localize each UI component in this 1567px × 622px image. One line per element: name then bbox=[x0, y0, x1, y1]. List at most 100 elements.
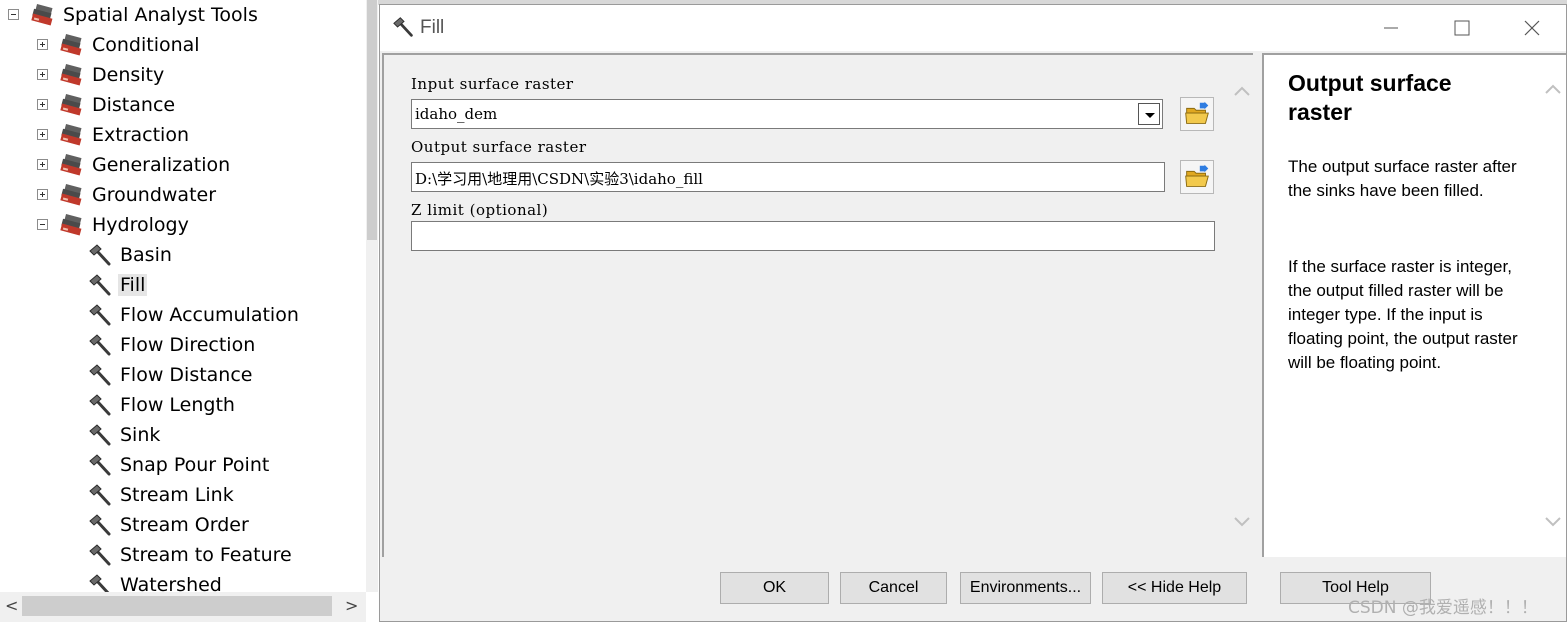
browse-folder-icon[interactable] bbox=[1180, 160, 1214, 194]
tree-toolset-density[interactable]: Density bbox=[37, 60, 166, 90]
hammer-icon bbox=[88, 363, 114, 387]
close-button[interactable] bbox=[1496, 5, 1566, 51]
maximize-button[interactable] bbox=[1426, 5, 1496, 51]
z-limit-input[interactable] bbox=[411, 221, 1215, 251]
toolset-icon bbox=[59, 154, 85, 176]
collapse-icon[interactable] bbox=[8, 9, 19, 20]
toolset-label: Groundwater bbox=[92, 184, 217, 206]
toolset-label: Hydrology bbox=[92, 214, 189, 236]
tree-tool-basin[interactable]: Basin bbox=[88, 240, 174, 270]
output-surface-raster-value: D:\学习用\地理用\CSDN\实验3\idaho_fill bbox=[415, 170, 703, 188]
minimize-icon bbox=[1384, 27, 1398, 29]
tool-label: Basin bbox=[120, 244, 172, 266]
toolset-icon bbox=[59, 94, 85, 116]
tree-toolset-extraction[interactable]: Extraction bbox=[37, 120, 191, 150]
maximize-icon bbox=[1454, 20, 1470, 36]
tree-toolset-groundwater[interactable]: Groundwater bbox=[37, 180, 218, 210]
tree-toolset-generalization[interactable]: Generalization bbox=[37, 150, 232, 180]
output-surface-raster-field[interactable]: D:\学习用\地理用\CSDN\实验3\idaho_fill bbox=[411, 162, 1165, 192]
browse-folder-icon[interactable] bbox=[1180, 97, 1214, 131]
hammer-icon bbox=[88, 273, 114, 297]
hammer-icon bbox=[88, 483, 114, 507]
tree-tool-stream-order[interactable]: Stream Order bbox=[88, 510, 251, 540]
environments-button[interactable]: Environments... bbox=[960, 572, 1091, 604]
scroll-down-chevron-icon bbox=[1545, 517, 1561, 527]
toolbox-icon bbox=[30, 4, 56, 26]
expand-icon[interactable] bbox=[37, 99, 48, 110]
parameters-panel: Input surface raster idaho_dem Output su… bbox=[382, 53, 1253, 557]
tree-tool-fill[interactable]: Fill bbox=[88, 270, 148, 300]
tree-root-label: Spatial Analyst Tools bbox=[63, 4, 258, 26]
tool-label: Sink bbox=[120, 424, 161, 446]
toolset-label: Distance bbox=[92, 94, 176, 116]
tool-label: Watershed bbox=[120, 574, 222, 592]
dialog-titlebar[interactable]: Fill bbox=[380, 5, 1566, 51]
input-surface-raster-value: idaho_dem bbox=[415, 105, 498, 123]
tree-vertical-scrollbar[interactable] bbox=[366, 0, 378, 592]
help-panel: Output surface raster The output surface… bbox=[1262, 53, 1566, 557]
expand-icon[interactable] bbox=[37, 69, 48, 80]
help-paragraph-2: If the surface raster is integer, the ou… bbox=[1288, 257, 1518, 372]
toolset-icon bbox=[59, 214, 85, 236]
scroll-up-chevron-icon bbox=[1234, 86, 1250, 96]
catalog-tree: Spatial Analyst Tools Conditional Densit… bbox=[0, 0, 366, 592]
scroll-thumb[interactable] bbox=[22, 596, 332, 616]
ok-button[interactable]: OK bbox=[720, 572, 829, 604]
help-scrollbar[interactable] bbox=[1540, 55, 1566, 557]
fill-tool-dialog: Fill Input surface raster idaho_dem Outp… bbox=[379, 4, 1567, 622]
tree-tool-flow-distance[interactable]: Flow Distance bbox=[88, 360, 255, 390]
scroll-down-chevron-icon bbox=[1234, 517, 1250, 527]
hammer-icon bbox=[88, 543, 114, 567]
hide-help-button[interactable]: << Hide Help bbox=[1102, 572, 1247, 604]
scroll-thumb[interactable] bbox=[367, 0, 377, 240]
tree-toolset-hydrology[interactable]: Hydrology bbox=[37, 210, 191, 240]
tree-tool-stream-link[interactable]: Stream Link bbox=[88, 480, 236, 510]
tree-root-row[interactable]: Spatial Analyst Tools bbox=[8, 0, 260, 30]
expand-icon[interactable] bbox=[37, 159, 48, 170]
tree-tool-flow-accumulation[interactable]: Flow Accumulation bbox=[88, 300, 301, 330]
toolset-icon bbox=[59, 64, 85, 86]
hammer-icon bbox=[88, 573, 114, 592]
scroll-left-arrow-icon[interactable]: < bbox=[5, 596, 18, 615]
hammer-icon bbox=[88, 333, 114, 357]
toolset-label: Generalization bbox=[92, 154, 231, 176]
tree-tool-sink[interactable]: Sink bbox=[88, 420, 162, 450]
tree-tool-flow-length[interactable]: Flow Length bbox=[88, 390, 237, 420]
tree-tool-stream-to-feature[interactable]: Stream to Feature bbox=[88, 540, 294, 570]
tool-label: Flow Accumulation bbox=[120, 304, 299, 326]
toolset-label: Extraction bbox=[92, 124, 189, 146]
collapse-icon[interactable] bbox=[37, 219, 48, 230]
minimize-button[interactable] bbox=[1356, 5, 1426, 51]
tree-tool-snap-pour-point[interactable]: Snap Pour Point bbox=[88, 450, 271, 480]
tool-label: Flow Distance bbox=[120, 364, 253, 386]
tree-toolset-conditional[interactable]: Conditional bbox=[37, 30, 202, 60]
expand-icon[interactable] bbox=[37, 39, 48, 50]
toolset-icon bbox=[59, 34, 85, 56]
hammer-icon bbox=[88, 393, 114, 417]
cancel-button[interactable]: Cancel bbox=[840, 572, 947, 604]
close-icon bbox=[1524, 20, 1540, 36]
scroll-right-arrow-icon[interactable]: > bbox=[345, 596, 358, 615]
tool-label: Stream Order bbox=[120, 514, 249, 536]
tool-label: Fill bbox=[118, 274, 148, 296]
tool-label: Snap Pour Point bbox=[120, 454, 270, 476]
hammer-icon bbox=[392, 15, 416, 39]
dropdown-arrow-icon[interactable] bbox=[1138, 103, 1160, 125]
scroll-chevrons bbox=[1234, 86, 1250, 527]
z-limit-label: Z limit (optional) bbox=[411, 201, 549, 219]
hammer-icon bbox=[88, 453, 114, 477]
hammer-icon bbox=[88, 303, 114, 327]
input-surface-raster-label: Input surface raster bbox=[411, 75, 574, 93]
tree-horizontal-scrollbar[interactable]: < > bbox=[0, 592, 366, 622]
hammer-icon bbox=[88, 513, 114, 537]
tree-toolset-distance[interactable]: Distance bbox=[37, 90, 177, 120]
help-paragraph-1: The output surface raster after the sink… bbox=[1288, 157, 1517, 200]
expand-icon[interactable] bbox=[37, 129, 48, 140]
hammer-icon bbox=[88, 423, 114, 447]
tree-tool-flow-direction[interactable]: Flow Direction bbox=[88, 330, 257, 360]
parameters-scrollbar[interactable] bbox=[1229, 55, 1255, 557]
toolset-label: Conditional bbox=[92, 34, 200, 56]
input-surface-raster-combobox[interactable]: idaho_dem bbox=[411, 99, 1163, 129]
expand-icon[interactable] bbox=[37, 189, 48, 200]
tree-tool-watershed[interactable]: Watershed bbox=[88, 570, 224, 592]
